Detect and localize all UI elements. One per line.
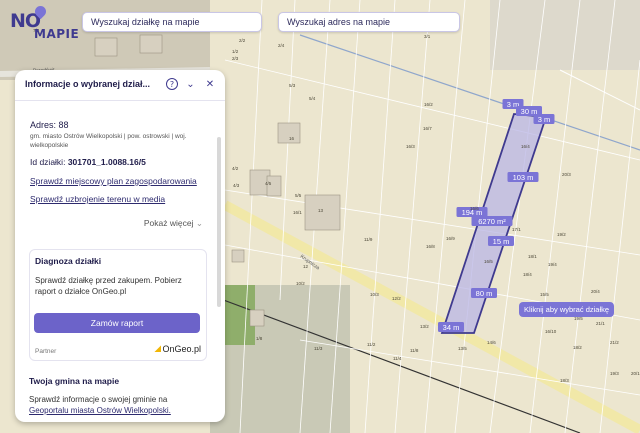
plot-number-label: 21/1 bbox=[596, 321, 605, 326]
diagnosis-card: Diagnoza działki Sprawdź działkę przed z… bbox=[29, 249, 207, 361]
panel-scrollbar[interactable] bbox=[217, 137, 221, 307]
plot-number-label: 4/5 bbox=[265, 181, 272, 186]
plot-number-label: 13/2 bbox=[420, 324, 429, 329]
plot-number-label: 4/3 bbox=[233, 183, 240, 188]
plot-number-label: 11/9 bbox=[364, 237, 373, 242]
plot-number-label: 10/2 bbox=[296, 281, 305, 286]
plot-number-label: 12/2 bbox=[392, 296, 401, 301]
logo[interactable]: NO MAPIE bbox=[10, 3, 79, 48]
svg-text:34 m: 34 m bbox=[443, 323, 460, 332]
measure-label: 15 m bbox=[488, 236, 514, 246]
diagnosis-description: Sprawdź działkę przed zakupem. Pobierz r… bbox=[35, 276, 182, 296]
plot-number-label: 5/3 bbox=[289, 83, 296, 88]
close-icon[interactable]: ✕ bbox=[203, 78, 217, 92]
gmina-text: Sprawdź informacje o swojej gminie na bbox=[29, 395, 168, 404]
plot-number-label: 16/3 bbox=[406, 144, 415, 149]
field-texture bbox=[490, 0, 640, 70]
zoning-plan-link[interactable]: Sprawdź miejscowy plan zagospodarowania bbox=[30, 176, 197, 186]
plot-id-label: Id działki: bbox=[30, 157, 66, 167]
gmina-title: Twoja gmina na mapie bbox=[29, 376, 120, 386]
show-more-label: Pokaż więcej bbox=[143, 218, 194, 228]
panel-title: Informacje o wybranej dział... bbox=[25, 79, 151, 89]
plot-number-label: 13/5 bbox=[458, 346, 467, 351]
plot-number-label: 14/6 bbox=[487, 340, 496, 345]
diagnosis-title: Diagnoza działki bbox=[35, 256, 102, 266]
plot-number-label: 18/4 bbox=[523, 272, 532, 277]
plot-number-label: 13 bbox=[318, 208, 324, 213]
svg-text:3 m: 3 m bbox=[538, 115, 551, 124]
plot-number-label: 18/2 bbox=[573, 345, 582, 350]
order-report-button[interactable]: Zamów raport bbox=[34, 313, 200, 333]
ongeo-logo[interactable]: OnGeo.pl bbox=[154, 344, 201, 354]
measure-label: 103 m bbox=[507, 172, 539, 182]
show-more-button[interactable]: Pokaż więcej ⌄ bbox=[144, 218, 203, 229]
plot-number-label: 16/1 bbox=[293, 210, 302, 215]
plot-number-label: 16 bbox=[289, 136, 295, 141]
plot-number-label: 4/2 bbox=[232, 166, 239, 171]
plot-number-label: 19/3 bbox=[610, 371, 619, 376]
plot-id-row: Id działki: 301701_1.0088.16/5 bbox=[30, 157, 146, 167]
plot-number-label: 5/4 bbox=[309, 96, 316, 101]
measure-label: 6270 m² bbox=[471, 216, 513, 226]
plot-number-label: 2/3 bbox=[232, 56, 239, 61]
question-circle-icon[interactable]: ? bbox=[165, 78, 178, 90]
chevron-down-icon[interactable]: ⌄ bbox=[183, 78, 197, 92]
plot-search-input[interactable]: Wyszukaj działkę na mapie bbox=[82, 12, 262, 32]
plot-number-label: 11/2 bbox=[367, 342, 376, 347]
plot-number-label: 16/7 bbox=[423, 126, 432, 131]
plot-number-label: 16/4 bbox=[521, 144, 530, 149]
plot-number-label: 16/10 bbox=[545, 329, 557, 334]
panel-header: Informacje o wybranej dział... ? ⌄ ✕ bbox=[15, 70, 225, 100]
svg-text:103 m: 103 m bbox=[513, 173, 534, 182]
measure-label: 80 m bbox=[471, 288, 497, 298]
panel-body: Adres: 88 gm. miasto Ostrów Wielkopolski… bbox=[15, 101, 225, 422]
gmina-description: Sprawdź informacje o swojej gminie na Ge… bbox=[29, 394, 209, 416]
plot-admin-units: gm. miasto Ostrów Wielkopolski | pow. os… bbox=[30, 133, 187, 149]
plot-number-label: 18/3 bbox=[560, 378, 569, 383]
logo-text-bottom: MAPIE bbox=[34, 27, 80, 41]
plot-id-value: 301701_1.0088.16/5 bbox=[67, 157, 146, 167]
plot-number-label: 20/1 bbox=[631, 371, 640, 376]
measure-label: 34 m bbox=[438, 322, 464, 332]
plot-number-label: 11/4 bbox=[393, 356, 402, 361]
plot-number-label: 16/6 bbox=[470, 206, 479, 211]
plot-number-label: 20/3 bbox=[562, 172, 571, 177]
plot-number-label: 3/1 bbox=[424, 34, 431, 39]
plot-search-placeholder: Wyszukaj działkę na mapie bbox=[91, 17, 200, 27]
ongeo-icon bbox=[154, 345, 162, 352]
plot-number-label: 11/3 bbox=[314, 346, 323, 351]
measure-label: 3 m bbox=[533, 114, 555, 124]
plot-number-label: 16/2 bbox=[424, 102, 433, 107]
svg-text:15 m: 15 m bbox=[493, 237, 510, 246]
address-search-placeholder: Wyszukaj adres na mapie bbox=[287, 17, 390, 27]
select-plot-tooltip: Kliknij aby wybrać działkę bbox=[519, 302, 615, 317]
ongeo-name: OnGeo.pl bbox=[162, 344, 201, 354]
plot-number-label: 19/2 bbox=[557, 232, 566, 237]
plot-number-label: 20/4 bbox=[591, 289, 600, 294]
plot-number-label: 10/3 bbox=[370, 292, 379, 297]
plot-number-label: 11/8 bbox=[410, 348, 419, 353]
plot-number-label: 2/2 bbox=[239, 38, 246, 43]
plot-number-label: 19/4 bbox=[548, 262, 557, 267]
plot-number-label: 15/5 bbox=[540, 292, 549, 297]
geoportal-link[interactable]: Geoportalu miasta Ostrów Wielkopolski. bbox=[29, 406, 171, 415]
plot-info-panel: Informacje o wybranej dział... ? ⌄ ✕ Adr… bbox=[15, 70, 225, 422]
plot-number-label: 1/2 bbox=[232, 49, 239, 54]
plot-address: Adres: 88 bbox=[30, 120, 69, 130]
plot-number-label: 18/1 bbox=[528, 254, 537, 259]
plot-number-label: 16/8 bbox=[426, 244, 435, 249]
plot-number-label: 1/8 bbox=[256, 336, 263, 341]
plot-number-label: 2/4 bbox=[278, 43, 285, 48]
plot-number-label: 21/2 bbox=[610, 340, 619, 345]
utilities-link[interactable]: Sprawdź uzbrojenie terenu w media bbox=[30, 194, 165, 204]
plot-number-label: 16/9 bbox=[446, 236, 455, 241]
svg-text:80 m: 80 m bbox=[476, 289, 493, 298]
plot-number-label: 5/5 bbox=[295, 193, 302, 198]
plot-number-label: 16/5 bbox=[484, 259, 493, 264]
address-search-input[interactable]: Wyszukaj adres na mapie bbox=[278, 12, 460, 32]
plot-number-label: 17/1 bbox=[512, 227, 521, 232]
svg-text:6270 m²: 6270 m² bbox=[478, 217, 506, 226]
partner-label: Partner bbox=[35, 348, 57, 355]
chevron-down-small-icon: ⌄ bbox=[195, 218, 203, 228]
